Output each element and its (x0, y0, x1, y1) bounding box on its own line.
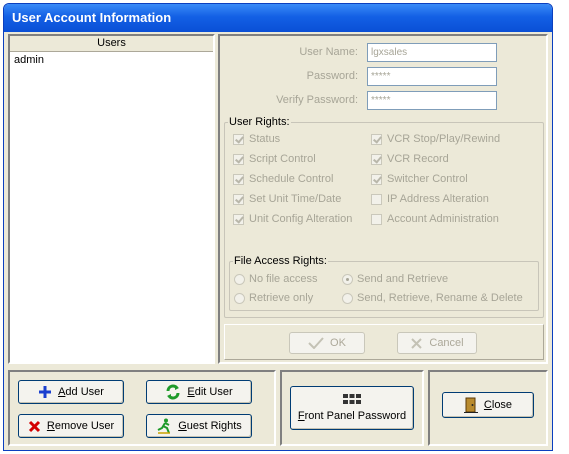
no-file-access-radio-label: No file access (249, 273, 318, 285)
retrieve-only-radio[interactable]: Retrieve only (234, 292, 313, 304)
user-account-window: User Account Information Users admin Use… (3, 3, 553, 451)
no-file-access-radio-circle (234, 273, 245, 285)
status-checkbox[interactable]: Status (233, 133, 280, 145)
unit-config-checkbox-label: Unit Config Alteration (249, 213, 353, 225)
account-admin-checkbox[interactable]: Account Administration (371, 213, 499, 225)
ip-address-checkbox[interactable]: IP Address Alteration (371, 193, 489, 205)
password-label: Password: (306, 70, 358, 82)
keypad-icon (343, 394, 361, 407)
send-retrieve-radio[interactable]: Send and Retrieve (342, 273, 448, 285)
vcr-record-checkbox[interactable]: VCR Record (371, 153, 449, 165)
unit-config-checkbox-box (233, 213, 244, 225)
script-control-checkbox[interactable]: Script Control (233, 153, 316, 165)
ip-address-checkbox-label: IP Address Alteration (387, 193, 489, 205)
exit-door-icon (463, 397, 478, 413)
front-panel-password-label: Front Panel Password (297, 410, 407, 422)
close-button-label: Close (483, 399, 513, 411)
username-label: User Name: (299, 46, 358, 58)
front-panel-frame: Front Panel Password (280, 370, 424, 446)
set-unit-time-checkbox-label: Set Unit Time/Date (249, 193, 342, 205)
refresh-icon (165, 384, 181, 400)
status-checkbox-label: Status (249, 133, 281, 145)
send-retrieve-rename-delete-radio-circle (342, 292, 353, 304)
remove-user-button[interactable]: Remove User (18, 414, 124, 438)
file-access-title: File Access Rights: (233, 255, 328, 267)
user-rights-group: User Rights: Status Script Control Sched… (224, 116, 544, 318)
schedule-control-checkbox[interactable]: Schedule Control (233, 173, 333, 185)
remove-x-icon (28, 420, 41, 433)
username-field[interactable]: lgxsales (367, 43, 497, 62)
switcher-control-checkbox-label: Switcher Control (387, 173, 468, 185)
vcr-stop-play-checkbox[interactable]: VCR Stop/Play/Rewind (371, 133, 500, 145)
script-control-checkbox-label: Script Control (249, 153, 316, 165)
schedule-control-checkbox-box (233, 173, 244, 185)
vcr-record-checkbox-box (371, 153, 382, 165)
verify-password-label: Verify Password: (276, 94, 358, 106)
vcr-stop-play-checkbox-box (371, 133, 382, 145)
front-panel-password-button[interactable]: Front Panel Password (290, 386, 414, 430)
close-button[interactable]: Close (442, 392, 534, 418)
cancel-x-icon (410, 337, 423, 350)
set-unit-time-checkbox-box (233, 193, 244, 205)
users-list-header[interactable]: Users (10, 36, 213, 52)
account-details-panel: User Name: lgxsales Password: ***** Veri… (218, 34, 548, 364)
send-retrieve-radio-label: Send and Retrieve (357, 273, 449, 285)
remove-user-label: Remove User (46, 420, 115, 432)
script-control-checkbox-box (233, 153, 244, 165)
verify-password-field[interactable]: ***** (367, 91, 497, 110)
edit-user-button[interactable]: Edit User (146, 380, 252, 404)
retrieve-only-radio-label: Retrieve only (249, 292, 314, 304)
cancel-button[interactable]: Cancel (397, 332, 477, 354)
switcher-control-checkbox-box (371, 173, 382, 185)
guest-rights-label: Guest Rights (178, 420, 242, 432)
send-retrieve-rename-delete-radio[interactable]: Send, Retrieve, Rename & Delete (342, 292, 523, 304)
set-unit-time-checkbox[interactable]: Set Unit Time/Date (233, 193, 341, 205)
guest-rights-button[interactable]: Guest Rights (146, 414, 252, 438)
close-frame: Close (428, 370, 548, 446)
checkmark-icon (308, 337, 324, 349)
account-admin-checkbox-box (371, 213, 382, 225)
plus-icon (38, 385, 52, 399)
account-admin-checkbox-label: Account Administration (387, 213, 499, 225)
window-title: User Account Information (12, 10, 172, 25)
window-client: Users admin User Name: lgxsales Password… (8, 34, 548, 448)
no-file-access-radio[interactable]: No file access (234, 273, 317, 285)
password-field[interactable]: ***** (367, 67, 497, 86)
schedule-control-checkbox-label: Schedule Control (249, 173, 334, 185)
user-rights-title: User Rights: (228, 116, 291, 128)
ok-cancel-frame: OK Cancel (224, 324, 544, 360)
cancel-button-label: Cancel (429, 337, 464, 349)
retrieve-only-radio-circle (234, 292, 245, 304)
user-buttons-frame: Add User Edit User Remove User Guest Rig… (8, 370, 276, 446)
user-list-item-admin[interactable]: admin (10, 52, 213, 68)
add-user-label: Add User (58, 386, 104, 398)
send-retrieve-rename-delete-radio-label: Send, Retrieve, Rename & Delete (357, 292, 523, 304)
ok-button-label: OK (330, 337, 346, 349)
window-titlebar[interactable]: User Account Information (4, 4, 552, 32)
send-retrieve-radio-circle (342, 273, 353, 285)
vcr-stop-play-checkbox-label: VCR Stop/Play/Rewind (387, 133, 501, 145)
unit-config-checkbox[interactable]: Unit Config Alteration (233, 213, 352, 225)
edit-user-label: Edit User (187, 386, 233, 398)
ip-address-checkbox-box (371, 193, 382, 205)
file-access-group: File Access Rights: No file access Send … (229, 255, 539, 311)
users-list[interactable]: Users admin (8, 34, 215, 364)
running-person-icon (156, 418, 172, 434)
status-checkbox-box (233, 133, 244, 145)
add-user-button[interactable]: Add User (18, 380, 124, 404)
vcr-record-checkbox-label: VCR Record (387, 153, 449, 165)
switcher-control-checkbox[interactable]: Switcher Control (371, 173, 468, 185)
ok-button[interactable]: OK (289, 332, 365, 354)
